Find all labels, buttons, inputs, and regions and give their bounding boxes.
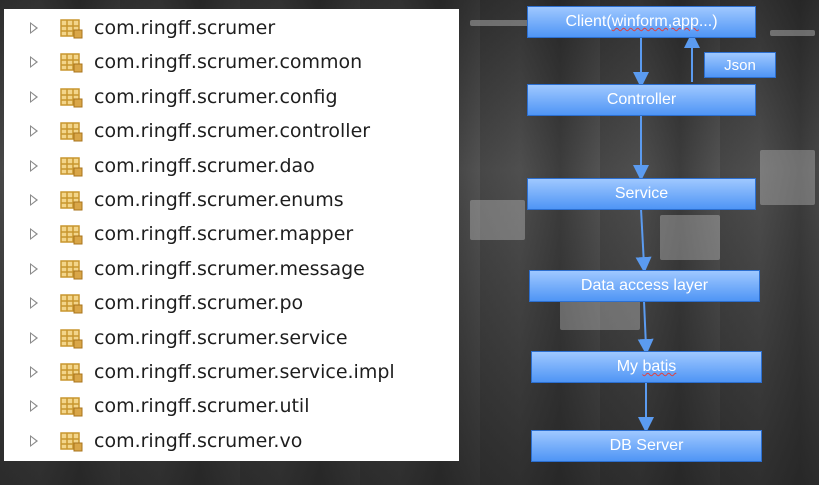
mybatis-box: My batis — [531, 351, 762, 383]
controller-box: Controller — [527, 84, 756, 116]
diagram-arrows — [633, 32, 700, 433]
db-server-box: DB Server — [531, 430, 762, 462]
client-label-suffix: ...) — [698, 13, 718, 30]
arrow-service-to-dal — [635, 208, 652, 273]
client-box: Client(winform,app...) — [527, 6, 756, 38]
mybatis-label-prefix: My — [616, 358, 643, 375]
client-label-underlined: winform,app — [611, 13, 699, 30]
mybatis-label-underlined: batis — [642, 358, 677, 375]
arrow-dal-to-mybatis — [637, 300, 654, 355]
client-label-prefix: Client( — [565, 13, 612, 30]
data-access-layer-box: Data access layer — [529, 270, 760, 302]
json-box: Json — [704, 52, 776, 78]
service-box: Service — [527, 178, 756, 210]
